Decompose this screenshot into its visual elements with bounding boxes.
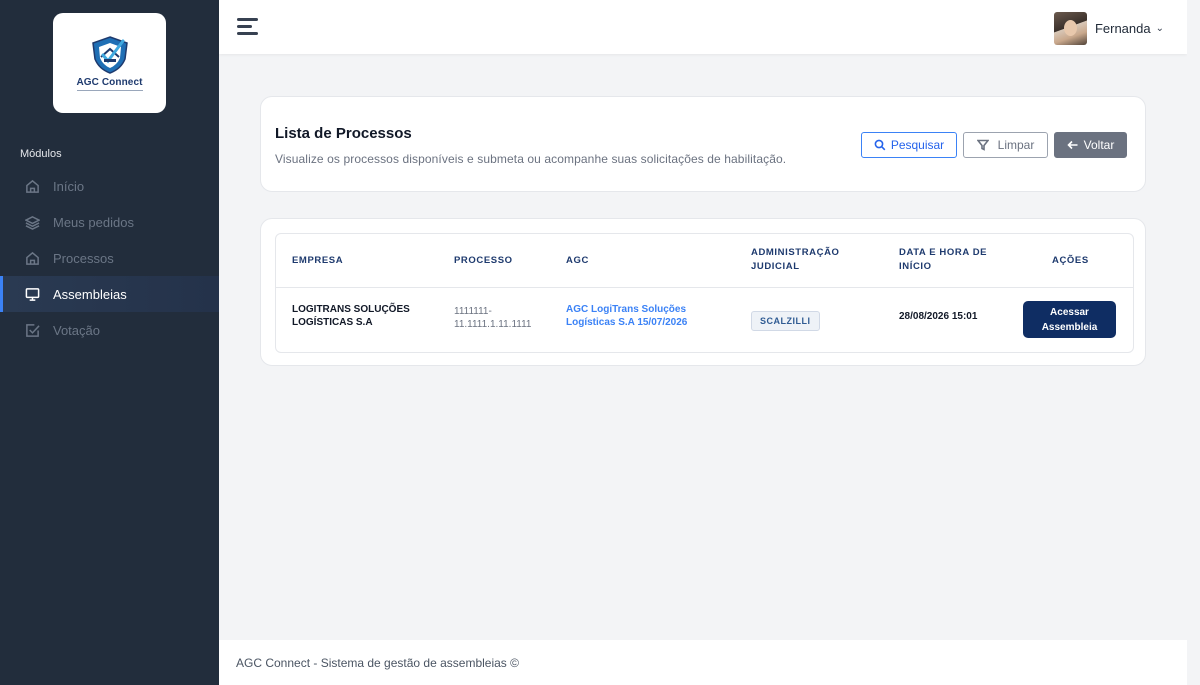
cell-processo: 1111111-11.1111.1.11.1111 xyxy=(454,306,532,330)
agc-shield-logo-icon xyxy=(91,36,128,74)
sidebar-section-label: Módulos xyxy=(20,148,62,160)
search-button[interactable]: Pesquisar xyxy=(861,132,957,158)
processes-table: EMPRESA PROCESSO AGC ADMINISTRAÇÃO JUDIC… xyxy=(275,233,1134,353)
clear-button[interactable]: Limpar xyxy=(963,132,1048,158)
clear-button-label: Limpar xyxy=(997,138,1035,152)
back-button-label: Voltar xyxy=(1083,138,1115,152)
arrow-left-icon xyxy=(1067,140,1078,150)
sidebar-nav: Início Meus pedidos Processos Assembleia… xyxy=(0,168,219,348)
cell-empresa: LOGITRANS SOLUÇÕES LOGÍSTICAS S.A xyxy=(292,304,410,328)
sidebar-item-label: Processos xyxy=(53,250,114,266)
status-badge: SCALZILLI xyxy=(751,311,820,331)
page-header-card: Lista de Processos Visualize os processo… xyxy=(260,96,1146,192)
footer-text: AGC Connect - Sistema de gestão de assem… xyxy=(236,656,519,670)
column-header-empresa: EMPRESA xyxy=(292,255,344,266)
topbar: Fernanda ⌄ xyxy=(219,0,1187,54)
processes-table-card: EMPRESA PROCESSO AGC ADMINISTRAÇÃO JUDIC… xyxy=(260,218,1146,366)
sidebar-item-label: Meus pedidos xyxy=(53,214,134,230)
column-header-acoes: AÇÕES xyxy=(1052,255,1089,266)
column-header-administracao-judicial: ADMINISTRAÇÃO JUDICIAL xyxy=(751,247,840,272)
column-header-agc: AGC xyxy=(566,255,589,266)
home-icon xyxy=(24,178,40,194)
home-icon xyxy=(24,250,40,266)
sidebar-item-inicio[interactable]: Início xyxy=(0,168,219,204)
sidebar-item-meus-pedidos[interactable]: Meus pedidos xyxy=(0,204,219,240)
access-assembly-button[interactable]: Acessar Assembleia xyxy=(1023,301,1116,338)
logo-underline xyxy=(76,90,143,91)
sidebar-item-label: Votação xyxy=(53,322,100,338)
search-icon xyxy=(874,139,886,151)
filter-icon xyxy=(976,139,989,151)
sidebar: AGC Connect Módulos Início Meus pedidos … xyxy=(0,0,219,685)
sidebar-item-label: Início xyxy=(53,178,85,194)
column-header-data-hora-inicio: DATA E HORA DE INÍCIO xyxy=(899,247,988,272)
column-header-processo: PROCESSO xyxy=(454,255,513,266)
sidebar-item-label: Assembleias xyxy=(53,286,127,302)
sidebar-item-processos[interactable]: Processos xyxy=(0,240,219,276)
page-subtitle: Visualize os processos disponíveis e sub… xyxy=(275,152,787,166)
sidebar-item-votacao[interactable]: Votação xyxy=(0,312,219,348)
layers-icon xyxy=(24,214,40,230)
sidebar-item-assembleias[interactable]: Assembleias xyxy=(0,276,219,312)
footer: AGC Connect - Sistema de gestão de assem… xyxy=(219,640,1187,685)
monitor-icon xyxy=(24,286,40,302)
logo-text: AGC Connect xyxy=(76,77,143,88)
check-square-icon xyxy=(24,322,40,338)
user-menu[interactable]: Fernanda ⌄ xyxy=(1053,12,1164,45)
agc-link[interactable]: AGC LogiTrans Soluções Logísticas S.A 15… xyxy=(566,303,726,329)
search-button-label: Pesquisar xyxy=(890,138,945,152)
avatar[interactable] xyxy=(1053,12,1087,45)
scrollbar-track[interactable] xyxy=(1187,0,1200,685)
back-button[interactable]: Voltar xyxy=(1054,132,1127,158)
hamburger-icon[interactable] xyxy=(237,18,258,36)
page-title: Lista de Processos xyxy=(275,125,412,142)
chevron-down-icon[interactable]: ⌄ xyxy=(1156,23,1164,34)
table-header: EMPRESA PROCESSO AGC ADMINISTRAÇÃO JUDIC… xyxy=(276,234,1133,288)
user-name[interactable]: Fernanda xyxy=(1095,21,1151,36)
cell-data-hora: 28/08/2026 15:01 xyxy=(899,311,978,322)
logo[interactable]: AGC Connect xyxy=(53,13,166,113)
